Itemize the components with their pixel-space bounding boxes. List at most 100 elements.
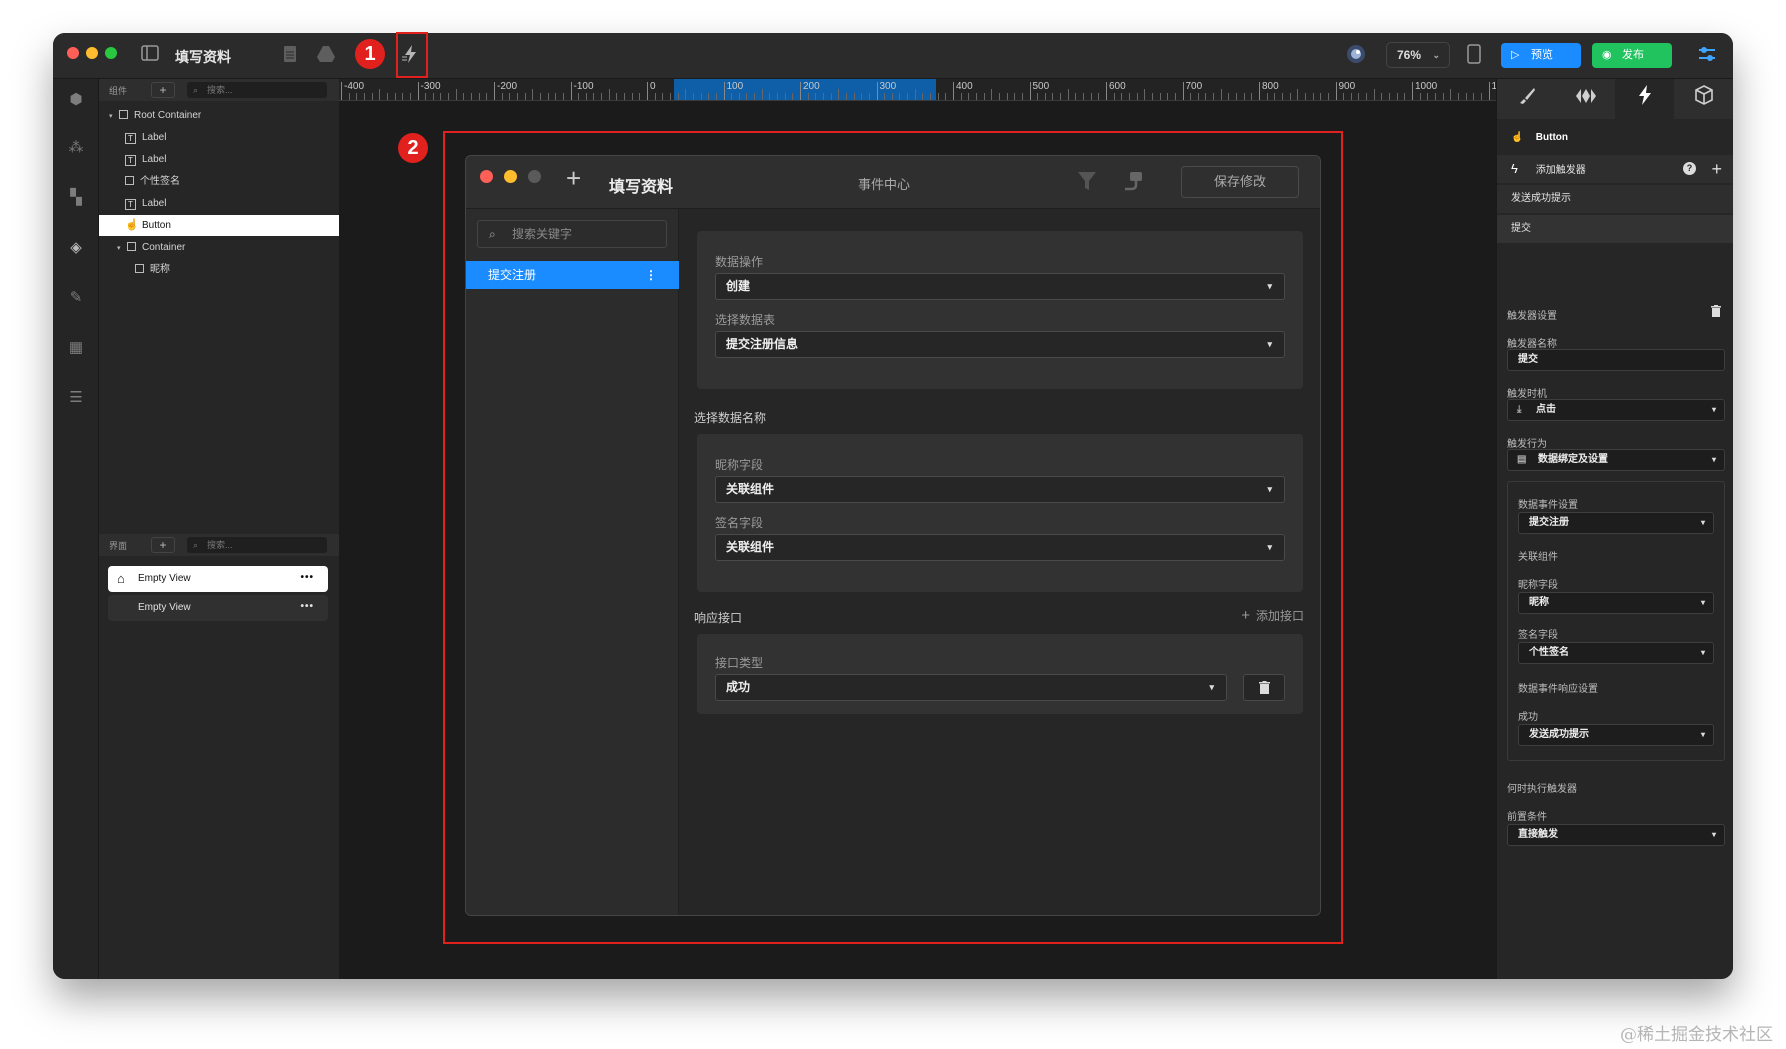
save-changes-button[interactable]: 保存修改 (1181, 166, 1299, 198)
ruler-minor-tick (1281, 93, 1283, 100)
settings-sliders-icon[interactable] (1696, 44, 1718, 66)
add-interface-button[interactable]: + 添加接口 (1241, 607, 1304, 624)
ruler-minor-tick (463, 93, 465, 100)
components-icon[interactable]: ⁂ (65, 137, 87, 159)
signature-field-select[interactable]: 个性签名 ▾ (1518, 642, 1714, 664)
chevron-down-icon: ▾ (1267, 339, 1272, 349)
precondition-select[interactable]: 直接触发 ▾ (1507, 824, 1725, 846)
more-vertical-icon[interactable]: ⋮ (645, 261, 657, 289)
device-phone-icon[interactable] (1463, 44, 1485, 66)
table-select[interactable]: 提交注册信息 ▾ (715, 331, 1285, 358)
cube-icon[interactable]: ⬢ (65, 89, 87, 111)
pin-icon[interactable]: ✎ (65, 287, 87, 309)
add-trigger-button[interactable]: + (1711, 155, 1722, 183)
trigger-action-label: 触发行为 (1507, 439, 1547, 450)
layer-tree-item[interactable]: 昵称 (99, 259, 339, 280)
layer-tree-item[interactable]: T Label (99, 193, 339, 214)
minimize-window-button[interactable] (86, 47, 98, 59)
ruler-major-tick (1182, 82, 1184, 100)
nickname-select[interactable]: 关联组件 ▾ (715, 476, 1285, 503)
ruler-minor-tick (677, 93, 679, 100)
ruler-major-tick (570, 82, 572, 100)
event-list-item[interactable]: 提交注册 ⋮ (466, 261, 679, 289)
interface-type-select[interactable]: 成功 ▾ (715, 674, 1227, 701)
package-icon[interactable] (1674, 79, 1733, 119)
ruler-minor-tick (562, 93, 564, 100)
ruler-minor-tick (884, 93, 886, 100)
code-diamond-icon[interactable] (1556, 79, 1615, 119)
trigger-time-label: 触发时机 (1507, 389, 1547, 400)
style-brush-icon[interactable] (1497, 79, 1556, 119)
nickname-label: 昵称字段 (715, 458, 764, 472)
nickname-field-select[interactable]: 昵称 ▾ (1518, 592, 1714, 614)
ruler-minor-tick (662, 93, 664, 100)
ruler-minor-tick (394, 93, 396, 100)
ruler-minor-tick (409, 93, 411, 100)
delete-interface-button[interactable] (1243, 674, 1285, 701)
data-event-select[interactable]: 提交注册 ▾ (1518, 512, 1714, 534)
data-op-select[interactable]: 创建 ▾ (715, 273, 1285, 300)
chevron-down-icon: ▾ (1711, 830, 1716, 839)
avatar-icon[interactable] (1345, 44, 1367, 66)
trigger-item[interactable]: 发送成功提示 (1497, 185, 1733, 213)
ruler-minor-tick (1404, 93, 1406, 100)
signature-select[interactable]: 关联组件 ▾ (715, 534, 1285, 561)
ruler-minor-tick (1236, 93, 1238, 100)
trigger-bolt-icon[interactable] (1615, 79, 1674, 119)
ruler-minor-tick (769, 93, 771, 100)
layer-tree-item[interactable]: T Label (99, 127, 339, 148)
view-list-item[interactable]: ⌂ Empty View ••• (108, 566, 328, 592)
help-icon[interactable]: ? (1683, 162, 1696, 175)
layer-tree-item[interactable]: ☝ Button (99, 215, 339, 236)
trigger-time-select[interactable]: ⤓ 点击 ▾ (1507, 399, 1725, 421)
view-list-item[interactable]: Empty View ••• (108, 595, 328, 621)
layer-tree-item[interactable]: ▾ Root Container (99, 105, 339, 126)
layers-icon[interactable]: ◈ (65, 237, 87, 259)
minimize-window-button[interactable] (504, 170, 517, 183)
trash-icon[interactable] (1711, 305, 1721, 320)
event-search-input[interactable]: ⌕ 搜索关键字 (477, 220, 667, 248)
add-trigger-row[interactable]: ϟ 添加触发器 ? + (1497, 155, 1733, 183)
preview-button[interactable]: ▷ 预览 (1501, 43, 1581, 68)
ruler-minor-tick (593, 93, 595, 100)
layer-tree-label: Label (142, 154, 167, 165)
sidebar-toggle-icon[interactable] (139, 45, 161, 67)
document-icon[interactable] (279, 45, 301, 67)
publish-button[interactable]: ◉ 发布 (1592, 43, 1672, 68)
trigger-name-input[interactable]: 提交 (1507, 349, 1725, 371)
more-horizontal-icon[interactable]: ••• (300, 565, 314, 591)
nickname-value: 关联组件 (726, 482, 775, 496)
trigger-action-select[interactable]: ▤ 数据绑定及设置 ▾ (1507, 449, 1725, 471)
add-view-button[interactable]: + (151, 537, 175, 553)
layer-tree-item[interactable]: 个性签名 (99, 171, 339, 192)
list-icon[interactable]: ☰ (65, 387, 87, 409)
table-icon[interactable]: ▦ (65, 337, 87, 359)
more-horizontal-icon[interactable]: ••• (300, 594, 314, 620)
layer-tree-item[interactable]: ▾ Container (99, 237, 339, 258)
close-window-button[interactable] (67, 47, 79, 59)
expand-caret-icon[interactable]: ▾ (109, 106, 119, 127)
layer-tree-item[interactable]: T Label (99, 149, 339, 170)
ruler-tick-label: 1000 (1415, 81, 1438, 92)
ruler-minor-tick (777, 93, 779, 100)
filter-icon[interactable] (1077, 170, 1097, 197)
layer-tree-label: Root Container (134, 110, 202, 121)
add-component-button[interactable]: + (151, 82, 175, 98)
title-bar: 填写资料 76% ⌄ ▷ 预览 ◉ 发布 (53, 33, 1733, 79)
zoom-window-button[interactable] (528, 170, 541, 183)
component-search-input[interactable]: ⌕ 搜索... (187, 82, 327, 98)
layer-tree-label: Button (142, 220, 171, 231)
zoom-window-button[interactable] (105, 47, 117, 59)
view-search-input[interactable]: ⌕ 搜索... (187, 537, 327, 553)
layout-icon[interactable]: ▚ (65, 187, 87, 209)
ruler-minor-tick (1044, 93, 1046, 100)
trigger-item[interactable]: 提交 (1497, 215, 1733, 243)
add-event-button[interactable]: + (566, 163, 581, 194)
drive-icon[interactable] (315, 45, 337, 67)
plug-icon[interactable] (1122, 169, 1146, 198)
event-list-sidebar: ⌕ 搜索关键字 提交注册 ⋮ (466, 209, 679, 915)
zoom-select[interactable]: 76% ⌄ (1386, 42, 1450, 68)
success-action-select[interactable]: 发送成功提示 ▾ (1518, 724, 1714, 746)
expand-caret-icon[interactable]: ▾ (117, 238, 127, 259)
close-window-button[interactable] (480, 170, 493, 183)
